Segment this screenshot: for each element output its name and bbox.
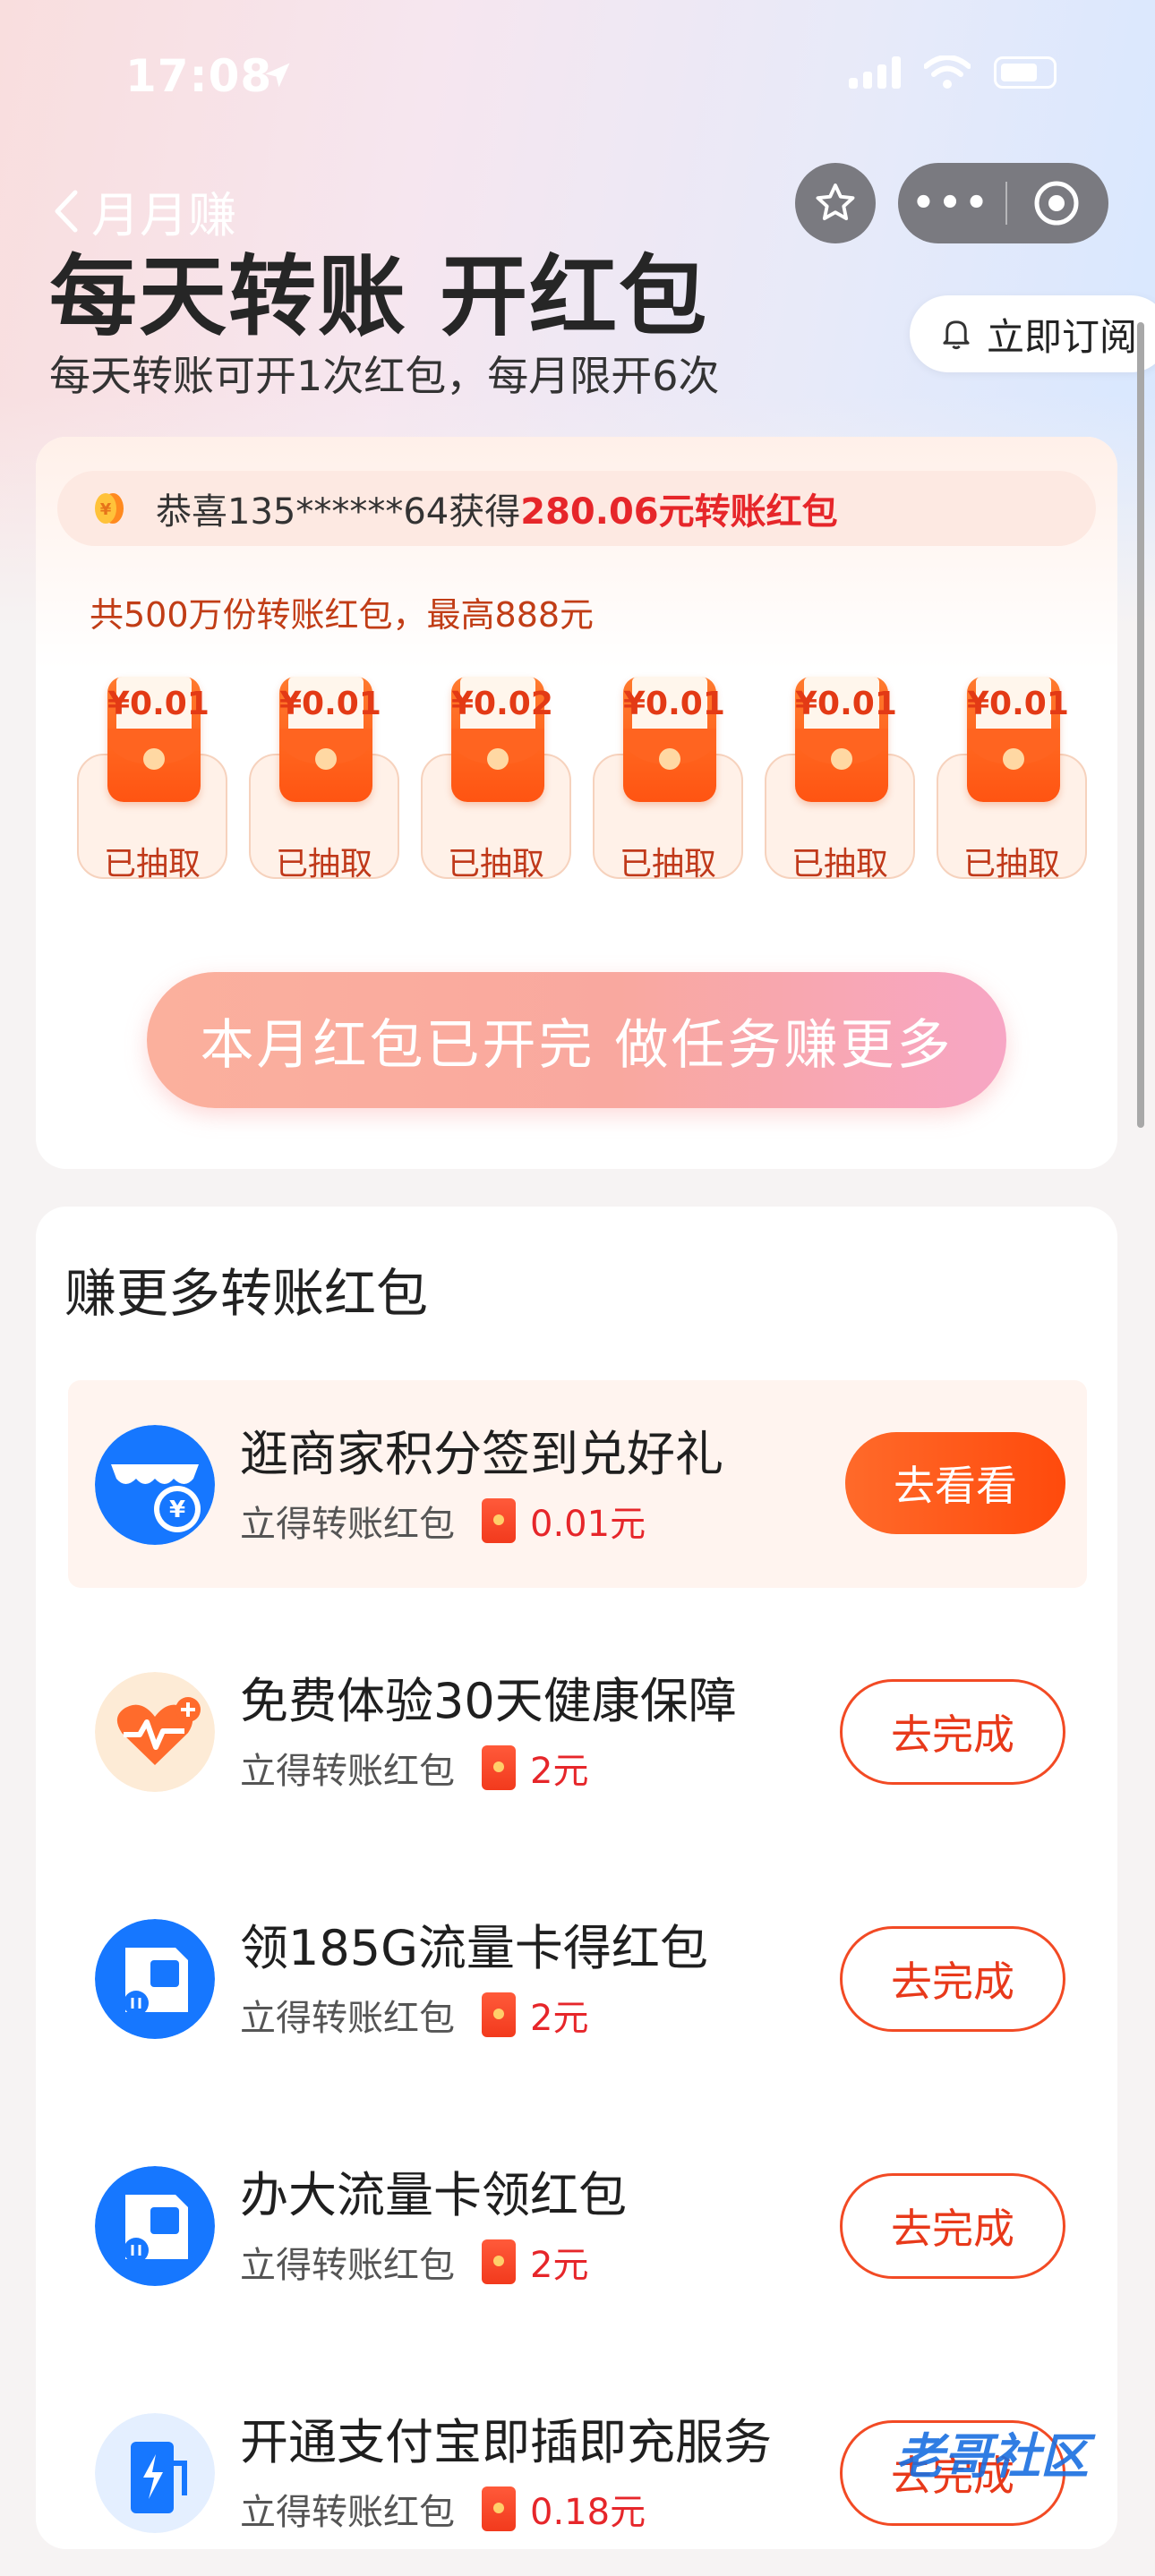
watermark-logo: 老哥社区: [895, 2428, 1089, 2485]
ticker-prefix: 恭喜135******64获得: [156, 491, 521, 533]
task-reward-amount: 0.18元: [530, 2492, 646, 2533]
task-reward-amount: 0.01元: [530, 1504, 646, 1545]
open-packet-button[interactable]: 本月红包已开完 做任务赚更多: [147, 972, 1006, 1108]
charging-plug-icon: [95, 2413, 215, 2533]
envelope-amount: ¥0.01: [279, 686, 381, 722]
envelope-status: 已抽取: [275, 846, 372, 883]
location-arrow-icon: [265, 63, 290, 88]
task-reward-label: 立得转账红包: [240, 2245, 455, 2286]
status-icons: [849, 55, 1057, 90]
envelope-status: 已抽取: [962, 846, 1060, 883]
task-action-button[interactable]: 去完成: [840, 1926, 1065, 2032]
more-icon[interactable]: •••: [898, 183, 1005, 224]
red-packet-card: ¥ 恭喜135******64获得 280.06元转账红包 共500万份转账红包，…: [36, 437, 1117, 1169]
status-time: 17:08: [125, 50, 273, 102]
envelope-amount: ¥0.01: [795, 686, 897, 722]
task-item[interactable]: 免费体验30天健康保障 立得转账红包 2元 去完成: [68, 1627, 1087, 1835]
target-icon: [1034, 181, 1079, 226]
task-reward-label: 立得转账红包: [240, 1998, 455, 2039]
task-name: 开通支付宝即插即充服务: [240, 2414, 772, 2470]
store-points-icon: ¥: [95, 1425, 215, 1545]
close-miniprogram-button[interactable]: [1007, 179, 1106, 227]
battery-icon: [994, 56, 1057, 89]
favorite-button[interactable]: [795, 163, 876, 243]
envelope-knob: [831, 748, 852, 770]
task-reward-amount: 2元: [530, 2245, 589, 2286]
red-packet-icon: [482, 1745, 516, 1790]
bell-icon: [943, 320, 970, 350]
red-packet-icon: [482, 1498, 516, 1543]
health-heart-icon: [95, 1672, 215, 1792]
envelope-amount: ¥0.01: [107, 686, 210, 722]
envelope-item[interactable]: ¥0.01 已抽取: [242, 677, 414, 883]
task-reward: 立得转账红包 2元: [240, 2236, 588, 2288]
envelope-amount: ¥0.01: [967, 686, 1069, 722]
envelope-knob: [1003, 748, 1024, 770]
subscribe-label: 立即订阅: [987, 314, 1138, 359]
star-icon: [816, 183, 855, 221]
envelope-knob: [659, 748, 680, 770]
subscribe-button[interactable]: 立即订阅: [910, 295, 1155, 372]
task-reward-label: 立得转账红包: [240, 1751, 455, 1792]
page-title: 每天转账 开红包: [49, 246, 709, 348]
task-name: 领185G流量卡得红包: [240, 1920, 708, 1976]
task-action-button[interactable]: 去看看: [845, 1432, 1065, 1534]
envelope-item[interactable]: ¥0.02 已抽取: [414, 677, 586, 883]
red-packet-icon: [482, 2486, 516, 2531]
task-item[interactable]: ¥ 逛商家积分签到兑好礼 立得转账红包 0.01元 去看看: [68, 1380, 1087, 1588]
svg-text:¥: ¥: [100, 500, 112, 519]
envelope-amount: ¥0.01: [623, 686, 725, 722]
envelope-item[interactable]: ¥0.01 已抽取: [757, 677, 929, 883]
winner-ticker: ¥ 恭喜135******64获得 280.06元转账红包: [57, 471, 1096, 546]
task-item[interactable]: 办大流量卡领红包 立得转账红包 2元 去完成: [68, 2121, 1087, 2329]
envelope-knob: [143, 748, 165, 770]
envelope-list: ¥0.01 已抽取 ¥0.01 已抽取 ¥0.02 已抽取 ¥0.01 已抽取 …: [70, 677, 1101, 883]
envelope-status: 已抽取: [447, 846, 544, 883]
envelope-item[interactable]: ¥0.01 已抽取: [586, 677, 757, 883]
envelope-amount: ¥0.02: [451, 686, 553, 722]
task-reward: 立得转账红包 0.01元: [240, 1495, 646, 1547]
task-reward-amount: 2元: [530, 1751, 589, 1792]
signal-icon: [849, 56, 901, 89]
sim-card-icon: [95, 1919, 215, 2039]
sim-card-icon: [95, 2166, 215, 2286]
envelope-status: 已抽取: [791, 846, 888, 883]
envelope-knob: [315, 748, 337, 770]
task-action-button[interactable]: 去完成: [840, 2173, 1065, 2279]
pool-text: 共500万份转账红包，最高888元: [90, 595, 595, 635]
task-reward-label: 立得转账红包: [240, 1504, 455, 1545]
task-name: 免费体验30天健康保障: [240, 1673, 737, 1729]
task-reward: 立得转账红包 2元: [240, 1989, 588, 2041]
task-name: 逛商家积分签到兑好礼: [240, 1426, 723, 1482]
envelope-status: 已抽取: [619, 846, 716, 883]
scrollbar[interactable]: [1137, 322, 1144, 1128]
red-packet-icon: [482, 2239, 516, 2284]
envelope-item[interactable]: ¥0.01 已抽取: [929, 677, 1101, 883]
task-reward: 立得转账红包 2元: [240, 1742, 588, 1794]
miniprogram-capsule: •••: [898, 163, 1108, 243]
envelope-status: 已抽取: [103, 846, 201, 883]
task-name: 办大流量卡领红包: [240, 2167, 627, 2223]
svg-text:¥: ¥: [169, 1497, 185, 1523]
task-reward-label: 立得转账红包: [240, 2492, 455, 2533]
envelope-item[interactable]: ¥0.01 已抽取: [70, 677, 242, 883]
page-subtitle: 每天转账可开1次红包，每月限开6次: [49, 352, 720, 400]
envelope-knob: [487, 748, 509, 770]
red-packet-icon: [482, 1992, 516, 2037]
task-item[interactable]: 领185G流量卡得红包 立得转账红包 2元 去完成: [68, 1874, 1087, 2082]
ticker-highlight: 280.06元转账红包: [520, 491, 838, 533]
wifi-icon: [924, 55, 971, 89]
coin-icon: ¥: [95, 493, 124, 524]
task-action-button[interactable]: 去完成: [840, 1679, 1065, 1785]
task-reward: 立得转账红包 0.18元: [240, 2483, 646, 2535]
task-section-title: 赚更多转账红包: [64, 1263, 429, 1324]
task-reward-amount: 2元: [530, 1998, 589, 2039]
